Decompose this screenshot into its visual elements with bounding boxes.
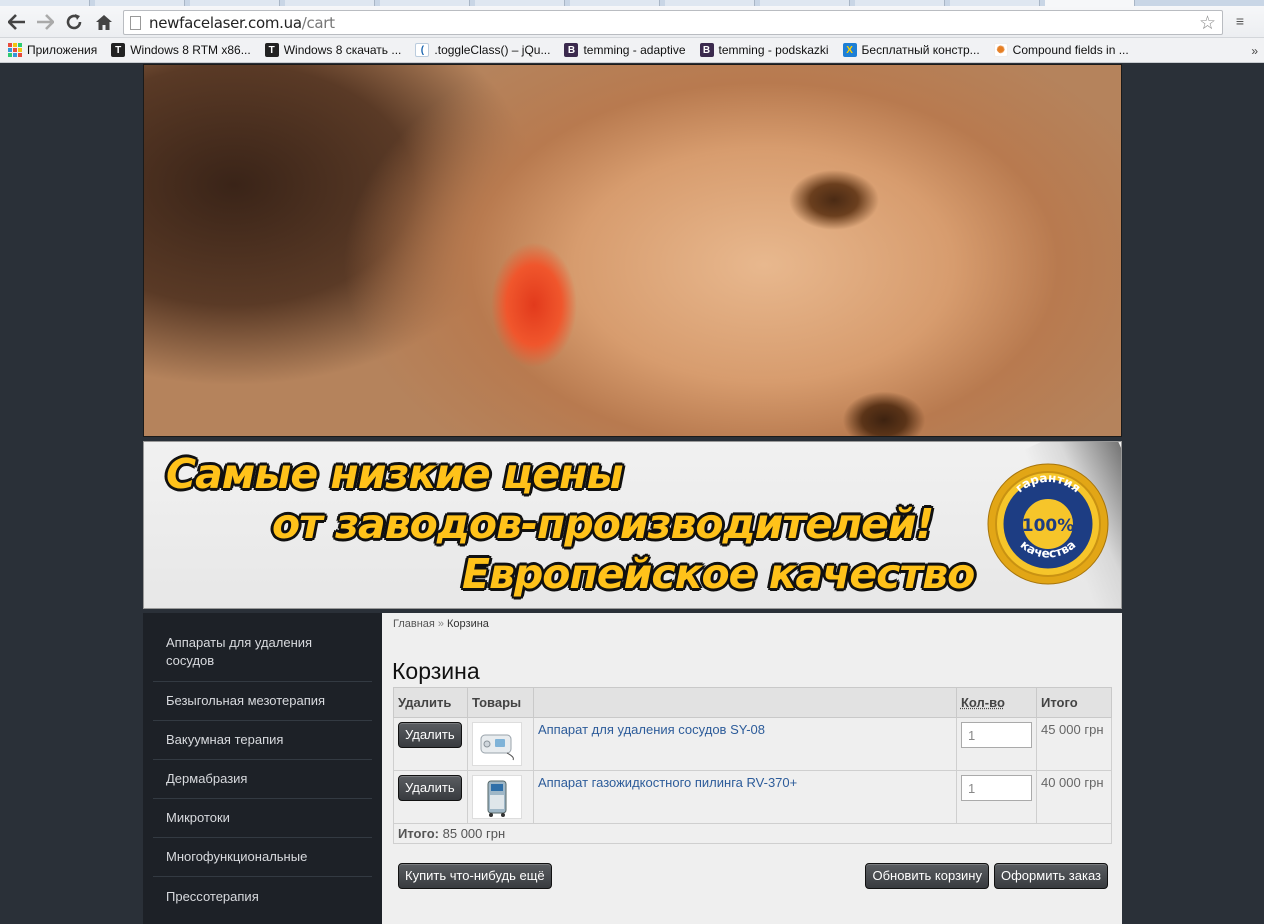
product-link[interactable]: Аппарат для удаления сосудов SY-08 bbox=[538, 722, 765, 737]
quantity-input[interactable] bbox=[960, 722, 1032, 748]
bootstrap-icon: B bbox=[699, 43, 714, 57]
url-text: newfacelaser.com.ua/cart bbox=[149, 13, 335, 32]
breadcrumb-home-link[interactable]: Главная bbox=[393, 618, 435, 630]
drupal-icon: ✺ bbox=[993, 43, 1008, 57]
cart-content: Главная» Корзина Корзина Удалить Товары К… bbox=[382, 613, 1122, 924]
jquery-icon: ( bbox=[415, 43, 430, 57]
page-title: Корзина bbox=[392, 658, 480, 684]
line-total: 45 000 грн bbox=[1040, 722, 1104, 737]
checkout-button[interactable]: Оформить заказ bbox=[993, 863, 1108, 889]
promo-banner: Самые низкие цены от заводов-производите… bbox=[143, 441, 1122, 609]
t-site-icon: T bbox=[111, 43, 126, 57]
sidebar-item-dermabrasion[interactable]: Дермабразия bbox=[153, 760, 372, 799]
bookmark-item[interactable]: ✺ Compound fields in ... bbox=[993, 43, 1129, 57]
quantity-input[interactable] bbox=[960, 775, 1032, 801]
bookmark-item[interactable]: B temming - adaptive bbox=[564, 43, 686, 57]
forward-icon[interactable] bbox=[32, 9, 58, 35]
device-rv370-icon bbox=[487, 780, 507, 817]
bookmark-apps[interactable]: Приложения bbox=[8, 43, 97, 57]
cart-row: Удалить Аппарат газожидкостного пилинга … bbox=[393, 770, 1113, 824]
bookmark-star-icon[interactable]: ☆ bbox=[1199, 12, 1216, 35]
continue-shopping-button[interactable]: Купить что-нибудь ещё bbox=[398, 863, 552, 889]
bookmark-item[interactable]: B temming - podskazki bbox=[699, 43, 829, 57]
column-header-total: Итого bbox=[1035, 687, 1113, 718]
column-header-products: Товары bbox=[466, 687, 534, 718]
breadcrumb: Главная» Корзина bbox=[393, 618, 489, 630]
banner-line-3: Европейское качество bbox=[462, 550, 975, 598]
bookmark-item[interactable]: X Бесплатный констр... bbox=[842, 43, 980, 57]
menu-icon[interactable]: ≡ bbox=[1236, 13, 1244, 29]
bookmark-item[interactable]: ( .toggleClass() – jQu... bbox=[415, 43, 550, 57]
sidebar-item-pressotherapy[interactable]: Прессотерапия bbox=[153, 877, 372, 916]
cart-row: Удалить Аппарат для удаления сосудов SY-… bbox=[393, 717, 1113, 771]
cart-total-row: Итого: 85 000 грн bbox=[393, 823, 1112, 844]
bookmark-item[interactable]: T Windows 8 RTM x86... bbox=[111, 43, 251, 57]
page-icon bbox=[130, 15, 141, 30]
page: Самые низкие цены от заводов-производите… bbox=[143, 64, 1122, 924]
update-cart-button[interactable]: Обновить корзину bbox=[865, 863, 989, 889]
category-sidebar: Аппараты для удаления сосудов Безыгольна… bbox=[143, 613, 382, 924]
product-thumbnail[interactable] bbox=[471, 722, 522, 766]
breadcrumb-current: Корзина bbox=[447, 618, 489, 630]
sidebar-item-vessel-removal[interactable]: Аппараты для удаления сосудов bbox=[153, 623, 372, 682]
product-link[interactable]: Аппарат газожидкостного пилинга RV-370+ bbox=[538, 775, 797, 790]
reload-icon[interactable] bbox=[61, 9, 87, 35]
column-header-remove: Удалить bbox=[393, 687, 468, 718]
address-bar[interactable]: newfacelaser.com.ua/cart ☆ bbox=[123, 10, 1223, 35]
banner-line-1: Самые низкие цены bbox=[166, 450, 624, 498]
column-header-name bbox=[532, 687, 957, 718]
sidebar-item-needle-free-mesotherapy[interactable]: Безыгольная мезотерапия bbox=[153, 682, 372, 721]
apps-grid-icon bbox=[8, 43, 22, 57]
remove-item-button[interactable]: Удалить bbox=[398, 722, 462, 748]
column-header-qty[interactable]: Кол-во bbox=[955, 687, 1037, 718]
sidebar-item-microcurrents[interactable]: Микротоки bbox=[153, 799, 372, 838]
home-icon[interactable] bbox=[91, 9, 117, 35]
cart-table: Удалить Товары Кол-во Итого Удалить Аппа… bbox=[393, 687, 1113, 844]
breadcrumb-separator: » bbox=[437, 618, 444, 630]
total-value: 85 000 грн bbox=[442, 826, 506, 841]
browser-toolbar: newfacelaser.com.ua/cart ☆ ≡ bbox=[0, 6, 1264, 38]
line-total: 40 000 грн bbox=[1040, 775, 1104, 790]
guarantee-seal-icon: гарантия 100% качества bbox=[987, 463, 1109, 585]
sidebar-item-multifunctional[interactable]: Многофункциональные bbox=[153, 838, 372, 877]
bookmarks-bar: Приложения T Windows 8 RTM x86... T Wind… bbox=[0, 38, 1264, 63]
t-site-icon: T bbox=[264, 43, 279, 57]
cart-header-row: Удалить Товары Кол-во Итого bbox=[393, 687, 1113, 718]
x-site-icon: X bbox=[842, 43, 857, 57]
banner-line-2: от заводов-производителей! bbox=[272, 500, 934, 548]
sidebar-item-vacuum-therapy[interactable]: Вакуумная терапия bbox=[153, 721, 372, 760]
bookmarks-overflow-icon[interactable]: » bbox=[1251, 44, 1258, 58]
device-sy08-icon bbox=[480, 734, 514, 761]
back-icon[interactable] bbox=[4, 9, 30, 35]
seal-center-text: 100% bbox=[1022, 516, 1075, 536]
product-thumbnail[interactable] bbox=[471, 775, 522, 819]
bookmark-item[interactable]: T Windows 8 скачать ... bbox=[264, 43, 401, 57]
hero-image bbox=[143, 64, 1122, 437]
remove-item-button[interactable]: Удалить bbox=[398, 775, 462, 801]
total-label: Итого: bbox=[398, 826, 439, 841]
bootstrap-icon: B bbox=[564, 43, 579, 57]
